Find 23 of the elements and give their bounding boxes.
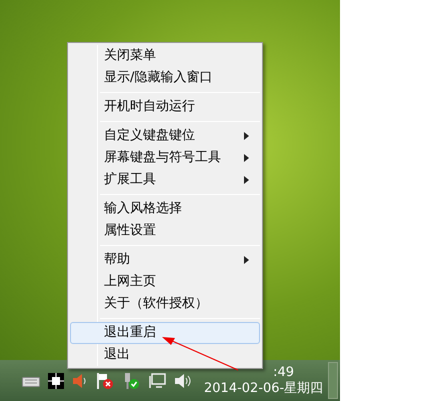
menu-item[interactable]: 显示/隐藏输入窗口 bbox=[70, 67, 260, 89]
menu-item[interactable]: 关于（软件授权） bbox=[70, 293, 260, 315]
menu-item[interactable]: 关闭菜单 bbox=[70, 45, 260, 67]
menu-item[interactable]: 输入风格选择 bbox=[70, 198, 260, 220]
show-desktop-button[interactable] bbox=[328, 362, 338, 399]
menu-item[interactable]: 屏幕键盘与符号工具 bbox=[70, 147, 260, 169]
menu-item[interactable]: 扩展工具 bbox=[70, 169, 260, 191]
volume-icon bbox=[174, 372, 192, 388]
menu-item[interactable]: 退出重启 bbox=[70, 322, 260, 344]
menu-item[interactable]: 开机时自动运行 bbox=[70, 96, 260, 118]
menu-item[interactable]: 属性设置 bbox=[70, 220, 260, 242]
flag-error-icon bbox=[96, 372, 114, 390]
menu-item[interactable]: 退出 bbox=[70, 344, 260, 366]
menu-item[interactable]: 自定义键盘键位 bbox=[70, 125, 260, 147]
keyboard-icon bbox=[22, 374, 40, 386]
crosshair-icon bbox=[48, 372, 64, 388]
monitor-icon bbox=[148, 372, 166, 388]
network-check-icon bbox=[122, 372, 140, 390]
menu-item[interactable]: 上网主页 bbox=[70, 271, 260, 293]
speaker-icon bbox=[72, 372, 88, 388]
menu-item[interactable]: 帮助 bbox=[70, 249, 260, 271]
clock-time: :49 bbox=[272, 364, 294, 380]
clock-date: 2014-02-06-星期四 bbox=[204, 380, 324, 396]
